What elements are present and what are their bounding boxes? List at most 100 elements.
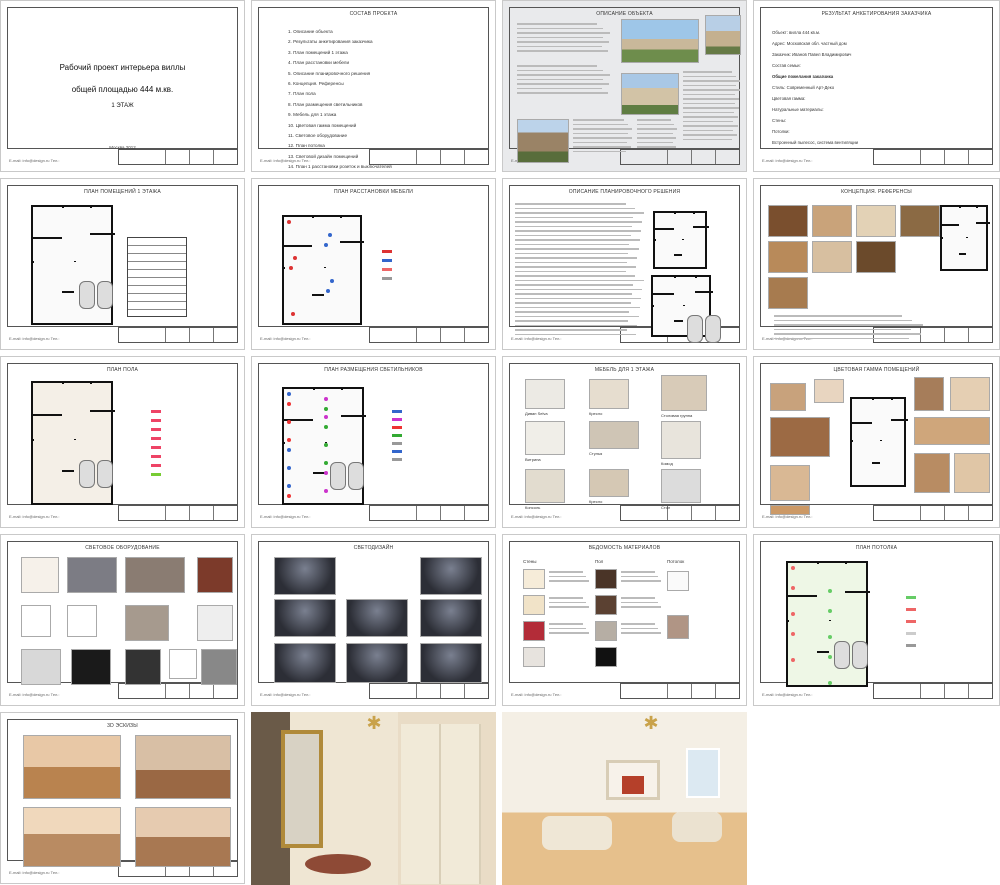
legend-swatch [906, 631, 916, 635]
sheet-3d-sketches[interactable]: E-mail: info@design.ru Тел.: 3D ЭСКИЗЫ [0, 712, 245, 884]
sheet-light-design[interactable]: E-mail: info@design.ru Тел.: СВЕТОДИЗАЙН [251, 534, 496, 706]
contents-item[interactable]: 7. План пола [288, 89, 392, 99]
round-rug [305, 854, 371, 874]
plan-marker [324, 243, 328, 247]
furniture-caption: Кресло [589, 411, 603, 416]
title-block-cell [621, 684, 667, 698]
text-line [515, 203, 626, 205]
questionnaire-line: Цветовая гамма: [772, 96, 806, 101]
plan-marker [291, 312, 295, 316]
contents-item[interactable]: 2. Результаты анкетирования заказчика [288, 37, 392, 47]
questionnaire-line: Стиль: Современный Арт-Деко [772, 85, 835, 90]
plan-marker [324, 461, 328, 465]
sheet-footer: E-mail: info@design.ru Тел.: [260, 514, 311, 519]
text-line [774, 328, 911, 330]
contents-item[interactable]: 12. План потолка [288, 141, 392, 151]
legend-item [151, 418, 164, 422]
furniture-photo [661, 421, 701, 459]
materials-column-title: Стены [523, 559, 537, 564]
plan-marker [328, 233, 332, 237]
text-line [517, 78, 603, 80]
sheet-ceiling-plan[interactable]: E-mail: info@design.ru Тел.: ПЛАН ПОТОЛКА [753, 534, 1000, 706]
sheet-lights-plan[interactable]: E-mail: info@design.ru Тел.: ПЛАН РАЗМЕЩЕ… [251, 356, 496, 528]
legend-item [392, 449, 405, 453]
contents-item[interactable]: 14. План 1 расстановки розеток и выключа… [288, 162, 392, 171]
contents-item[interactable]: 4. План расстановки мебели [288, 58, 392, 68]
title-block-cell [189, 328, 213, 342]
sheet-title-page[interactable]: E-mail: info@design.ru Тел.: Рабочий прое… [0, 0, 245, 172]
contents-item[interactable]: 1. Описание объекта [288, 27, 392, 37]
furniture-caption: Стулья [589, 451, 603, 456]
plan-marker [326, 289, 330, 293]
floor-plan [282, 215, 364, 325]
sheet-colors[interactable]: E-mail: info@design.ru Тел.: ЦВЕТОВАЯ ГАМ… [753, 356, 1000, 528]
reference-photo [768, 205, 808, 237]
sheet-layout-description[interactable]: E-mail: info@design.ru Тел.: ОПИСАНИЕ ПЛА… [502, 178, 747, 350]
legend-swatch [151, 409, 161, 413]
sheet-floor-plan[interactable]: E-mail: info@design.ru Тел.: ПЛАН ПОЛА [0, 356, 245, 528]
contents-item[interactable]: 13. Световой дизайн помещений [288, 152, 392, 162]
contents-item[interactable]: 10. Цветовая гамма помещений [288, 121, 392, 131]
car-icon [851, 641, 868, 670]
text-line [515, 284, 634, 286]
title-block-cell [213, 150, 237, 164]
legend-swatch [906, 643, 916, 647]
mirror [281, 730, 323, 848]
sheet-footer: E-mail: info@design.ru Тел.: [260, 336, 311, 341]
plan-marker [828, 681, 832, 685]
text-line [621, 601, 658, 603]
floor-plan [651, 275, 721, 344]
sheet-furniture[interactable]: E-mail: info@design.ru Тел.: МЕБЕЛЬ ДЛЯ 1… [502, 356, 747, 528]
sheet-lighting[interactable]: E-mail: info@design.ru Тел.: СВЕТОВОЕ ОБО… [0, 534, 245, 706]
sheet-title: СВЕТОВОЕ ОБОРУДОВАНИЕ [85, 545, 160, 551]
text-line [515, 306, 640, 308]
house-photo [517, 119, 569, 163]
text-line [515, 302, 631, 304]
sheet-concept[interactable]: E-mail: info@design.ru Тел.:КОНЦЕПЦИЯ. Р… [753, 178, 1000, 350]
furniture-caption: Кресло [589, 499, 603, 504]
text-line [683, 107, 739, 109]
contents-item[interactable]: 9. Мебель для 1 этажа [288, 110, 392, 120]
contents-item[interactable]: 11. Световое оборудование [288, 131, 392, 141]
sheet-title: 3D ЭСКИЗЫ [107, 723, 138, 729]
text-line [515, 261, 627, 263]
sheet-materials[interactable]: E-mail: info@design.ru Тел.: ВЕДОМОСТЬ МА… [502, 534, 747, 706]
contents-item[interactable]: 8. План размещения светильников [288, 100, 392, 110]
sketch-render [23, 807, 121, 867]
sheet-footer: E-mail: info@design.ru Тел.: [9, 514, 60, 519]
contents-item[interactable]: 5. Описание планировочного решения [288, 69, 392, 79]
legend-item [151, 436, 164, 440]
sheet-furniture-plan[interactable]: E-mail: info@design.ru Тел.: ПЛАН РАССТАН… [251, 178, 496, 350]
color-sample [914, 417, 990, 445]
sheet-contents[interactable]: E-mail: info@design.ru Тел.: СОСТАВ ПРОЕК… [251, 0, 496, 172]
contents-item[interactable]: 6. Концепция. Референсы [288, 79, 392, 89]
contents-item[interactable]: 3. План помещений 1 этажа [288, 48, 392, 58]
legend-item [906, 619, 919, 623]
title-block-cell [165, 684, 189, 698]
legend-item [906, 631, 919, 635]
material-swatch [595, 621, 617, 641]
legend-item [382, 249, 395, 253]
title-block-cell [213, 684, 237, 698]
reference-photo [812, 241, 852, 273]
text-block [683, 71, 741, 161]
chandelier-icon: ✱ [643, 713, 659, 733]
sheet-plan-level-1[interactable]: E-mail: info@design.ru Тел.: ПЛАН ПОМЕЩЕН… [0, 178, 245, 350]
sofa [542, 816, 612, 850]
title-block-cell [213, 506, 237, 520]
light-render [274, 643, 336, 683]
legend-swatch [151, 463, 161, 467]
title-block-cell [464, 506, 488, 520]
text-line [549, 623, 583, 625]
sheet-object-description[interactable]: E-mail: info@design.ru Тел.:ОПИСАНИЕ ОБЪ… [502, 0, 747, 172]
legend-swatch [151, 418, 161, 422]
plan-marker [324, 425, 328, 429]
plan-marker [791, 612, 795, 616]
text-line [515, 234, 631, 236]
questionnaire-line: Объект: вилла 444 кв.м. [772, 30, 821, 35]
questionnaire-line: Потолки: [772, 129, 790, 134]
text-line [515, 297, 642, 299]
text-block [515, 203, 645, 335]
text-line [517, 65, 597, 67]
sheet-questionnaire[interactable]: E-mail: info@design.ru Тел.: РЕЗУЛЬТАТ АН… [753, 0, 1000, 172]
